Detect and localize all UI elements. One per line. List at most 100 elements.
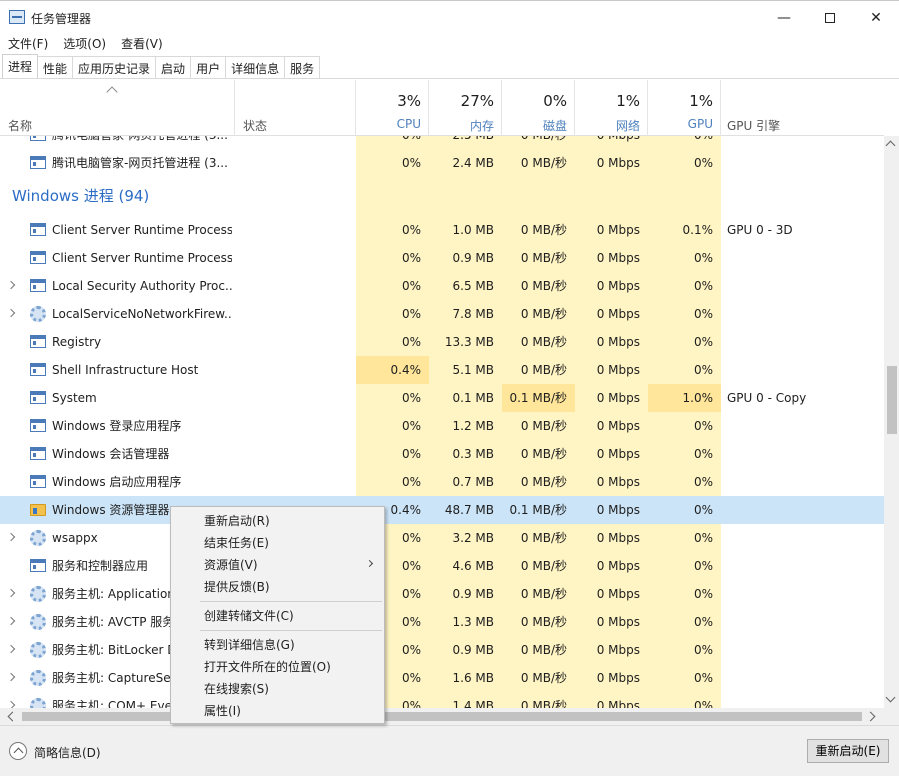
process-icon xyxy=(30,251,46,264)
vertical-scroll-thumb[interactable] xyxy=(887,366,897,434)
header-network-pct: 1% xyxy=(616,92,640,110)
expand-chevron-icon[interactable] xyxy=(6,280,16,290)
table-row[interactable]: 服务主机: Application 0% 0.9 MB 0 MB/秒 0 Mbps 0% xyxy=(0,580,884,608)
tab-performance[interactable]: 性能 xyxy=(37,56,74,78)
menu-options[interactable]: 选项(O) xyxy=(55,33,113,53)
table-row[interactable]: Windows 会话管理器 0% 0.3 MB 0 MB/秒 0 Mbps 0% xyxy=(0,440,884,468)
tab-startup[interactable]: 启动 xyxy=(155,56,192,78)
header-name[interactable]: 名称 xyxy=(0,80,235,136)
cell-mem: 7.8 MB xyxy=(452,307,494,321)
expand-chevron-icon[interactable] xyxy=(6,700,16,708)
scroll-right-icon[interactable] xyxy=(865,711,876,722)
collapse-icon[interactable] xyxy=(9,742,27,760)
header-disk[interactable]: 0% 磁盘 xyxy=(502,80,575,136)
header-gpu-engine[interactable]: GPU 引擎 xyxy=(721,80,884,136)
title-bar: 任务管理器 — ✕ xyxy=(0,0,899,34)
table-row[interactable]: Shell Infrastructure Host 0.4% 5.1 MB 0 MB/… xyxy=(0,356,884,384)
cell-net: 0 Mbps xyxy=(596,559,640,573)
table-row[interactable]: LocalServiceNoNetworkFirew... 0% 7.8 MB 0 M… xyxy=(0,300,884,328)
close-button[interactable]: ✕ xyxy=(853,1,899,35)
tab-services[interactable]: 服务 xyxy=(284,56,321,78)
cell-mem: 4.6 MB xyxy=(452,559,494,573)
gear-icon xyxy=(30,670,46,686)
header-gpu-engine-label: GPU 引擎 xyxy=(727,119,781,133)
header-status[interactable]: 状态 xyxy=(235,80,356,136)
expand-chevron-icon[interactable] xyxy=(6,672,16,682)
scroll-left-icon[interactable] xyxy=(7,711,18,722)
table-row[interactable]: Local Security Authority Proc... 0% 6.5 MB… xyxy=(0,272,884,300)
gpu-engine-value xyxy=(727,524,877,552)
restart-button[interactable]: 重新启动(E) xyxy=(807,739,889,763)
ctx-create-dump[interactable]: 创建转储文件(C) xyxy=(171,605,384,627)
table-row[interactable]: wsappx 0% 3.2 MB 0 MB/秒 0 Mbps 0% xyxy=(0,524,884,552)
cell-cpu: 0% xyxy=(401,391,421,405)
footer: 简略信息(D) 重新启动(E) xyxy=(0,725,899,776)
table-row[interactable]: Windows 资源管理器 0.4% 48.7 MB 0.1 MB/秒 0 Mbps 0% xyxy=(0,496,884,524)
cell-gpu: 0% xyxy=(693,307,713,321)
cell-mem: 1.2 MB xyxy=(452,419,494,433)
gpu-engine-value xyxy=(727,636,877,664)
process-name: Windows 启动应用程序 xyxy=(52,475,182,489)
cell-gpu: 0% xyxy=(693,279,713,293)
table-row[interactable]: Windows 启动应用程序 0% 0.7 MB 0 MB/秒 0 Mbps 0% xyxy=(0,468,884,496)
cell-mem: 5.1 MB xyxy=(452,363,494,377)
table-row[interactable]: 服务主机: CaptureSer 0% 1.6 MB 0 MB/秒 0 Mbps 0% xyxy=(0,664,884,692)
process-name: Registry xyxy=(52,335,102,349)
ctx-go-to-details[interactable]: 转到详细信息(G) xyxy=(171,634,384,656)
ctx-resource-values[interactable]: 资源值(V) xyxy=(171,554,384,576)
gpu-engine-value xyxy=(727,468,877,496)
table-row[interactable]: Windows 登录应用程序 0% 1.2 MB 0 MB/秒 0 Mbps 0% xyxy=(0,412,884,440)
cell-gpu: 0% xyxy=(693,671,713,685)
tab-users[interactable]: 用户 xyxy=(190,56,227,78)
scroll-up-icon[interactable] xyxy=(885,140,896,151)
ctx-properties[interactable]: 属性(I) xyxy=(171,700,384,722)
menu-view[interactable]: 查看(V) xyxy=(113,33,170,53)
fewer-details-link[interactable]: 简略信息(D) xyxy=(34,744,101,761)
expand-chevron-icon[interactable] xyxy=(6,616,16,626)
tab-details[interactable]: 详细信息 xyxy=(225,56,286,78)
header-cpu[interactable]: 3% CPU xyxy=(356,80,429,136)
cell-mem: 0.1 MB xyxy=(452,391,494,405)
table-row[interactable]: 服务主机: AVCTP 服务 0% 1.3 MB 0 MB/秒 0 Mbps 0% xyxy=(0,608,884,636)
menu-file[interactable]: 文件(F) xyxy=(0,33,55,53)
expand-chevron-icon[interactable] xyxy=(6,532,16,542)
header-memory[interactable]: 27% 内存 xyxy=(429,80,502,136)
header-disk-label: 磁盘 xyxy=(542,119,567,133)
header-network[interactable]: 1% 网络 xyxy=(575,80,648,136)
cell-disk: 0 MB/秒 xyxy=(520,223,567,237)
table-row[interactable]: 腾讯电脑管家-网页托管进程 (3... 0% 2.4 MB 0 MB/秒 0 Mbps 0… xyxy=(0,149,884,177)
table-row[interactable]: Client Server Runtime Process 0% 1.0 MB 0 M… xyxy=(0,216,884,244)
table-row[interactable]: 服务主机: COM+ Eve 0% 1.4 MB 0 MB/秒 0 Mbps 0% xyxy=(0,692,884,708)
cell-mem: 2.4 MB xyxy=(452,156,494,170)
gear-icon xyxy=(30,530,46,546)
cell-net: 0 Mbps xyxy=(596,475,640,489)
ctx-end-task[interactable]: 结束任务(E) xyxy=(171,532,384,554)
tab-processes[interactable]: 进程 xyxy=(2,54,39,78)
header-status-label: 状态 xyxy=(243,119,268,133)
group-header[interactable]: Windows 进程 (94) xyxy=(0,178,884,214)
table-row[interactable]: 腾讯电脑管家-网页托管进程 (3...0%2.5 MB0 MB/秒0 Mbps0… xyxy=(0,136,884,149)
maximize-button[interactable] xyxy=(807,1,853,35)
table-row[interactable]: Registry 0% 13.3 MB 0 MB/秒 0 Mbps 0% xyxy=(0,328,884,356)
ctx-feedback[interactable]: 提供反馈(B) xyxy=(171,576,384,598)
ctx-search-online[interactable]: 在线搜索(S) xyxy=(171,678,384,700)
minimize-button[interactable]: — xyxy=(761,1,807,35)
gpu-engine-value xyxy=(727,692,877,708)
tab-app-history[interactable]: 应用历史记录 xyxy=(72,56,157,78)
header-gpu[interactable]: 1% GPU xyxy=(648,80,721,136)
table-row[interactable]: 服务主机: BitLocker D 0% 0.9 MB 0 MB/秒 0 Mbps 0% xyxy=(0,636,884,664)
table-row[interactable]: 服务和控制器应用 0% 4.6 MB 0 MB/秒 0 Mbps 0% xyxy=(0,552,884,580)
vertical-scrollbar[interactable] xyxy=(884,136,899,708)
cell-mem: 1.4 MB xyxy=(452,699,494,708)
horizontal-scrollbar[interactable] xyxy=(0,708,884,725)
ctx-open-file-location[interactable]: 打开文件所在的位置(O) xyxy=(171,656,384,678)
table-row[interactable]: Client Server Runtime Process 0% 0.9 MB 0 M… xyxy=(0,244,884,272)
table-row[interactable]: System 0% 0.1 MB 0.1 MB/秒 0 Mbps 1.0% GPU 0 - … xyxy=(0,384,884,412)
expand-chevron-icon[interactable] xyxy=(6,308,16,318)
scroll-down-icon[interactable] xyxy=(885,692,896,703)
expand-chevron-icon[interactable] xyxy=(6,644,16,654)
ctx-restart[interactable]: 重新启动(R) xyxy=(171,510,384,532)
expand-chevron-icon[interactable] xyxy=(6,588,16,598)
horizontal-scroll-thumb[interactable] xyxy=(22,712,862,721)
process-name: Client Server Runtime Process xyxy=(52,223,232,237)
